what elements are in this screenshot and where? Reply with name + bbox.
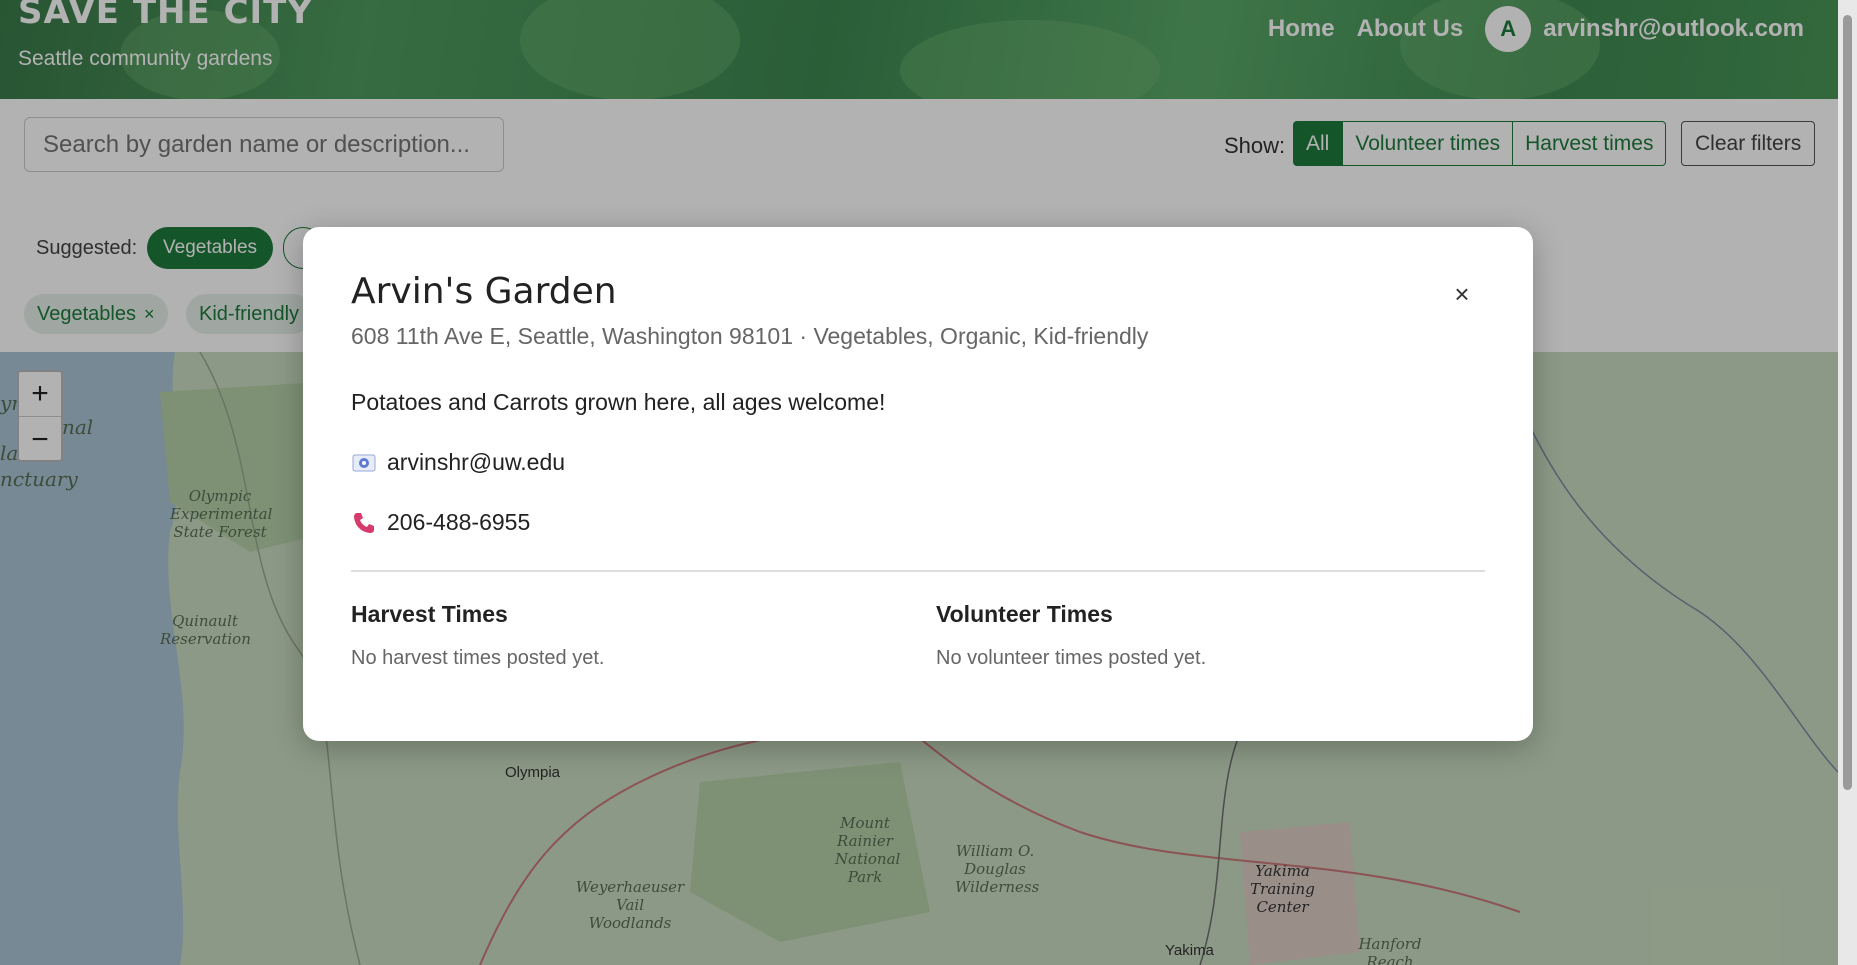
garden-address: 608 11th Ave E, Seattle, Washington 9810… bbox=[351, 323, 1149, 349]
close-icon[interactable]: × bbox=[1447, 279, 1477, 309]
volunteer-times-heading: Volunteer Times bbox=[936, 601, 1113, 627]
modal-title: Arvin's Garden bbox=[351, 271, 617, 312]
garden-description: Potatoes and Carrots grown here, all age… bbox=[351, 389, 886, 415]
email-icon bbox=[351, 450, 377, 476]
harvest-times-heading: Harvest Times bbox=[351, 601, 508, 627]
email-link[interactable]: arvinshr@uw.edu bbox=[387, 449, 565, 476]
scrollbar-thumb[interactable] bbox=[1843, 15, 1852, 790]
volunteer-times-empty: No volunteer times posted yet. bbox=[936, 647, 1207, 669]
harvest-times-empty: No harvest times posted yet. bbox=[351, 647, 605, 669]
garden-detail-modal: Arvin's Garden × 608 11th Ave E, Seattle… bbox=[303, 227, 1533, 741]
phone-icon bbox=[351, 510, 377, 536]
phone-link[interactable]: 206-488-6955 bbox=[387, 509, 530, 536]
contact-email: arvinshr@uw.edu bbox=[351, 449, 565, 476]
contact-phone: 206-488-6955 bbox=[351, 509, 530, 536]
section-divider bbox=[351, 570, 1485, 572]
page-scrollbar[interactable] bbox=[1838, 0, 1857, 965]
